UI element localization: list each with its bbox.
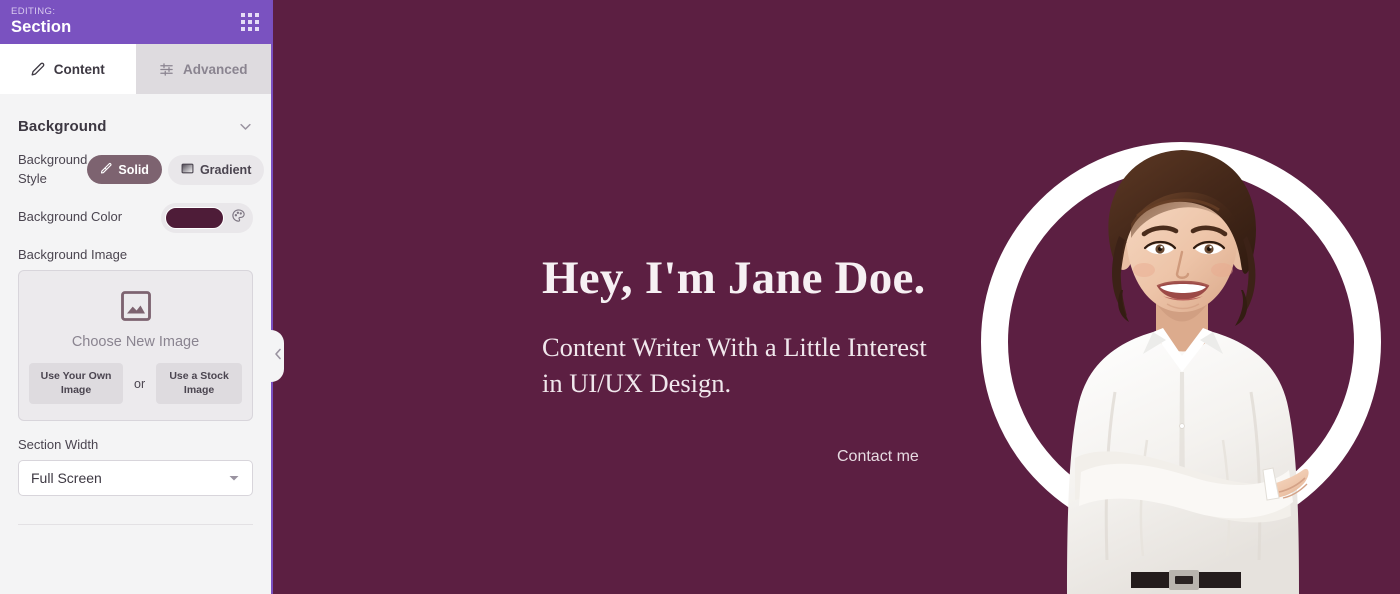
pencil-icon (31, 62, 45, 76)
panel-header-title-group: EDITING: Section (11, 6, 72, 37)
background-style-options: Solid Gradient (87, 154, 265, 185)
editing-label: EDITING: (11, 6, 56, 18)
panel-collapse-handle[interactable] (271, 330, 284, 382)
hero-subtitle-line-2: in UI/UX Design. (542, 368, 732, 399)
background-style-gradient-label: Gradient (199, 162, 252, 177)
background-color-control[interactable] (161, 202, 253, 233)
editing-target-name: Section (11, 17, 72, 36)
use-your-own-image-button[interactable]: Use Your Own Image (29, 362, 124, 405)
editor-app: EDITING: Section Content Advanced Backgr… (0, 0, 1400, 594)
section-width-value: Full Screen (31, 470, 102, 487)
background-style-solid-label: Solid (118, 162, 149, 177)
chevron-left-icon (274, 347, 282, 365)
background-section-header[interactable]: Background (18, 94, 253, 151)
background-style-solid-button[interactable]: Solid (87, 155, 162, 185)
canvas-preview: Hey, I'm Jane Doe. Content Writer With a… (273, 0, 1400, 594)
background-style-row: Background Style Solid Gradient (18, 151, 265, 189)
grid-dots-icon[interactable] (241, 13, 259, 31)
tab-advanced-label: Advanced (182, 61, 248, 77)
background-image-label: Background Image (18, 246, 128, 262)
background-color-swatch[interactable] (165, 206, 224, 229)
gradient-swatch-icon (181, 162, 194, 178)
editor-sidebar-panel: EDITING: Section Content Advanced Backgr… (0, 0, 273, 594)
background-style-gradient-button[interactable]: Gradient (167, 154, 265, 185)
use-stock-image-button[interactable]: Use a Stock Image (156, 362, 242, 405)
tab-advanced[interactable]: Advanced (135, 44, 271, 94)
palette-icon[interactable] (231, 208, 246, 228)
panel-tabs: Content Advanced (0, 44, 271, 94)
image-placeholder-icon (118, 288, 154, 324)
tab-content[interactable]: Content (0, 44, 136, 94)
choose-new-image-title: Choose New Image (71, 333, 200, 350)
contact-me-button[interactable]: Contact me (837, 448, 919, 466)
tab-content-label: Content (53, 61, 105, 77)
hero-subtitle[interactable]: Content Writer With a Little Interest in… (542, 329, 1012, 402)
background-color-label: Background Color (18, 209, 123, 225)
background-color-row: Background Color (18, 202, 253, 233)
or-separator-label: or (134, 376, 146, 391)
hero-text-block: Hey, I'm Jane Doe. Content Writer With a… (542, 252, 1012, 465)
image-source-actions: Use Your Own Image or Use a Stock Image (29, 362, 242, 405)
sliders-icon (159, 62, 174, 77)
background-style-label: Background Style (18, 152, 88, 186)
section-width-select[interactable]: Full Screen (18, 460, 253, 497)
eyedropper-icon (100, 162, 112, 177)
chevron-down-icon[interactable] (238, 119, 253, 134)
background-section-title: Background (18, 118, 107, 135)
panel-divider (18, 524, 253, 526)
portrait-composition (981, 142, 1381, 594)
background-image-dropzone[interactable]: Choose New Image Use Your Own Image or U… (18, 269, 253, 422)
panel-header: EDITING: Section (0, 0, 271, 44)
portrait-photo (1067, 150, 1309, 594)
hero-title[interactable]: Hey, I'm Jane Doe. (542, 252, 1012, 305)
panel-body: Background Background Style Solid Gradie… (0, 94, 271, 594)
section-width-label: Section Width (18, 437, 99, 453)
caret-down-icon[interactable] (228, 472, 240, 484)
hero-subtitle-line-1: Content Writer With a Little Interest (542, 331, 927, 362)
